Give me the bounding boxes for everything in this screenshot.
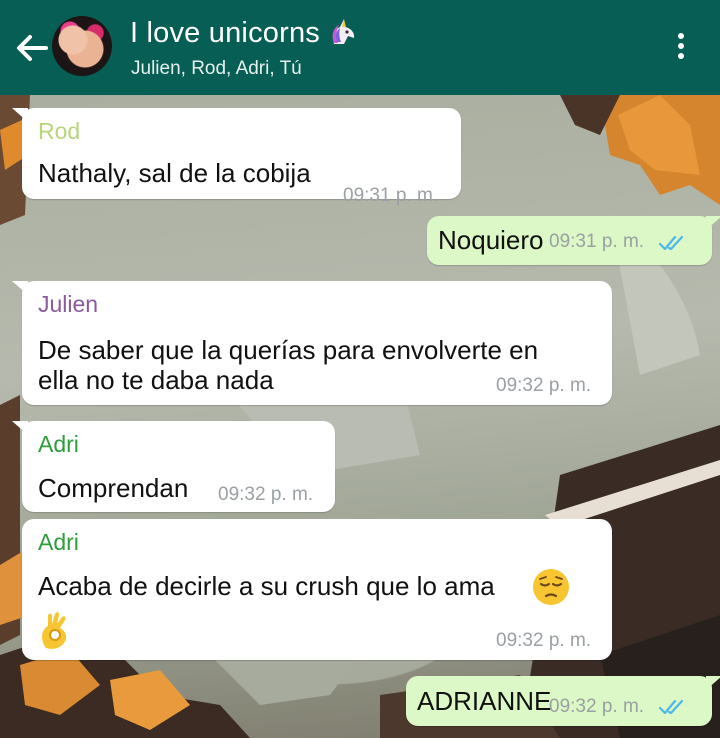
chat-title[interactable]: I love unicorns	[130, 16, 360, 50]
back-button[interactable]	[10, 28, 52, 68]
message-time: 09:32 p. m.	[496, 375, 592, 396]
back-arrow-icon	[17, 35, 48, 61]
message-time: 09:31 p. m.	[343, 185, 439, 206]
message-bubble[interactable]: ADRIANNE 09:32 p. m.	[406, 676, 720, 726]
message-bubble[interactable]: Adri Comprendan 09:32 p. m.	[12, 421, 335, 512]
message-time: 09:32 p. m.	[496, 630, 592, 651]
message-bubble[interactable]: Adri Acaba de decirle a su crush que lo …	[22, 519, 612, 660]
chat-title-text: I love unicorns	[130, 17, 320, 49]
bubble-tail	[12, 281, 28, 295]
sender-name: Adri	[38, 529, 79, 555]
read-ticks-icon	[658, 235, 684, 251]
unicorn-icon	[332, 19, 355, 44]
chat-wallpaper: Rod Nathaly, sal de la cobija 09:31 p. m…	[0, 95, 720, 738]
message-text: Nathaly, sal de la cobija	[38, 158, 311, 188]
message-text-line-2: ella no te daba nada	[38, 365, 274, 395]
message-text: Acaba de decirle a su crush que lo ama	[38, 571, 495, 601]
more-options-icon	[665, 33, 697, 59]
group-members[interactable]: Julien, Rod, Adri, Tú	[131, 58, 302, 80]
message-text: Noquiero	[438, 225, 544, 255]
message-time: 09:32 p. m.	[549, 696, 645, 717]
bubble-tail	[12, 421, 28, 435]
bubble-tail	[12, 108, 28, 122]
message-time: 09:31 p. m.	[549, 231, 645, 252]
chat-header: I love unicorns Julien, Rod, Adri, Tú	[0, 0, 720, 95]
sender-name: Adri	[38, 431, 79, 457]
message-text-line-1: De saber que la querías para envolverte …	[38, 335, 539, 365]
message-bubble[interactable]: Noquiero 09:31 p. m.	[427, 216, 720, 265]
read-ticks-icon	[658, 699, 684, 715]
more-options-button[interactable]	[665, 30, 697, 66]
message-time: 09:32 p. m.	[218, 484, 314, 505]
sender-name: Rod	[38, 118, 81, 144]
bubble-tail	[706, 676, 720, 690]
message-text: ADRIANNE	[417, 686, 552, 716]
group-avatar[interactable]	[52, 16, 112, 76]
ok-hand-icon	[42, 612, 67, 649]
bubble-tail	[706, 216, 720, 230]
message-bubble[interactable]: Rod Nathaly, sal de la cobija 09:31 p. m…	[12, 108, 461, 206]
sender-name: Julien	[38, 291, 99, 317]
message-text: Comprendan	[38, 473, 189, 503]
message-bubble[interactable]: Julien De saber que la querías para envo…	[12, 281, 612, 405]
pensive-face-icon	[533, 569, 569, 605]
